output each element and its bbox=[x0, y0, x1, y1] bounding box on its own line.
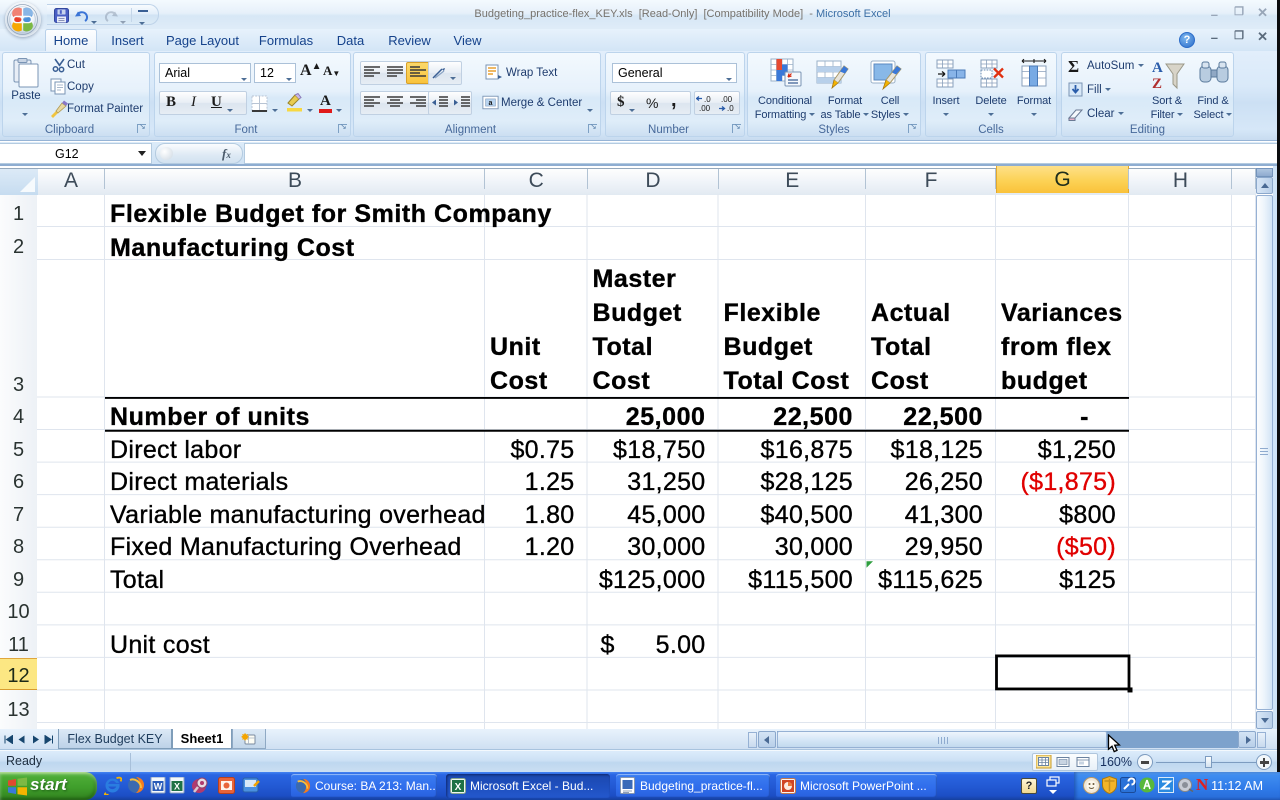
svg-text:.00: .00 bbox=[721, 95, 733, 104]
svg-text:X: X bbox=[455, 782, 462, 793]
svg-text:.00: .00 bbox=[699, 104, 711, 113]
svg-text:Z: Z bbox=[1152, 76, 1162, 92]
svg-text:.0: .0 bbox=[704, 95, 711, 104]
svg-text:A: A bbox=[1152, 60, 1163, 76]
svg-text:.0: .0 bbox=[727, 104, 734, 113]
svg-text:X: X bbox=[174, 782, 180, 792]
svg-text:W: W bbox=[154, 782, 163, 792]
